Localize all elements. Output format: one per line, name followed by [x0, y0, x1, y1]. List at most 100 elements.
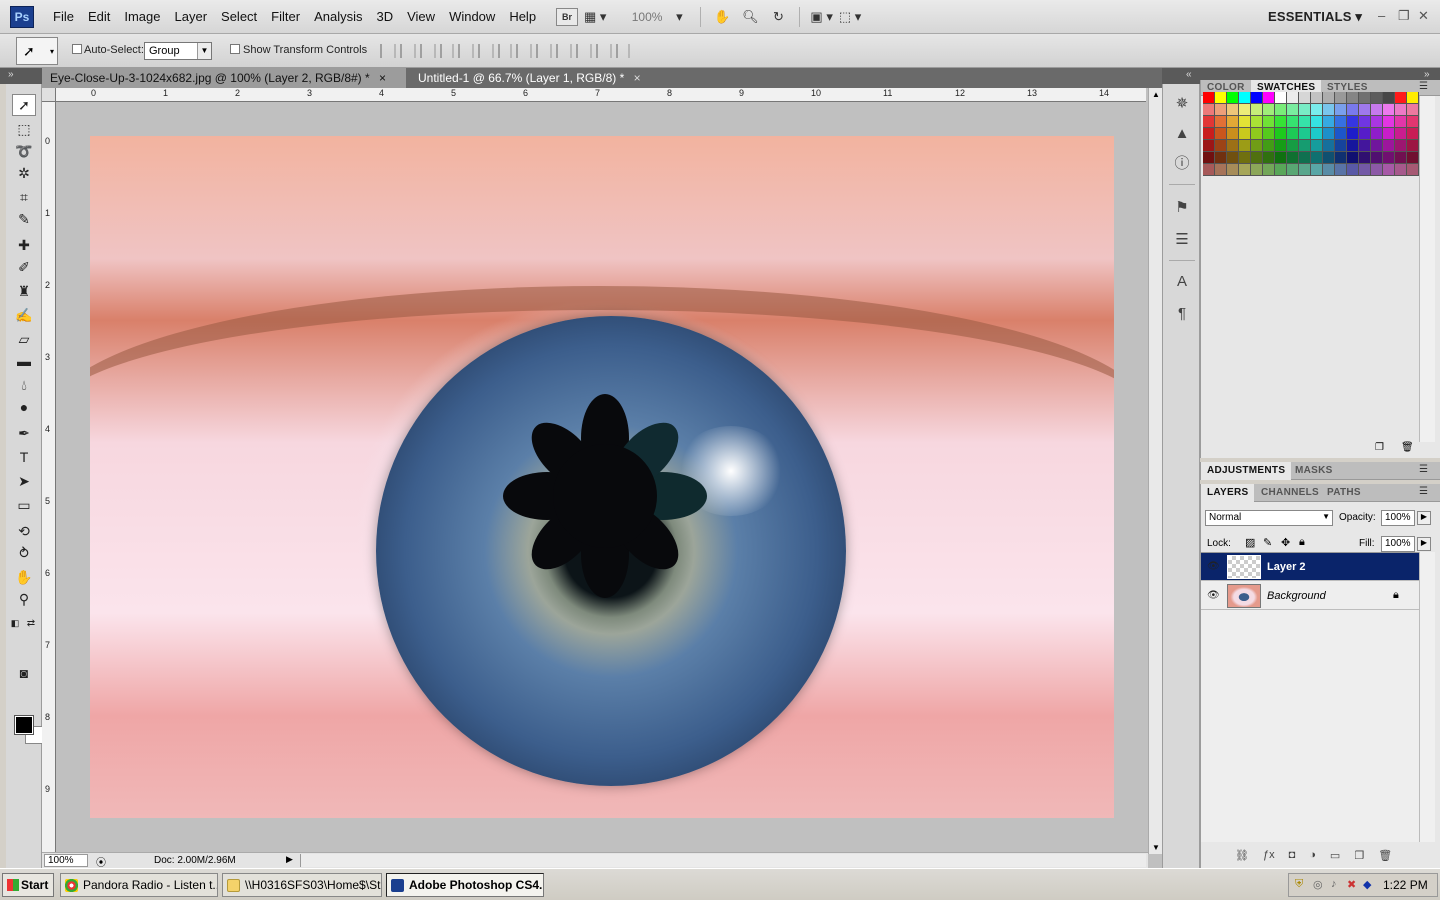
swatch[interactable]	[1395, 104, 1407, 116]
swatch[interactable]	[1395, 164, 1407, 176]
swatch[interactable]	[1407, 128, 1419, 140]
menu-edit[interactable]: Edit	[81, 0, 117, 34]
swatch[interactable]	[1251, 140, 1263, 152]
swatch[interactable]	[1407, 152, 1419, 164]
swatch[interactable]	[1407, 140, 1419, 152]
swatch[interactable]	[1299, 92, 1311, 104]
swatch[interactable]	[1227, 152, 1239, 164]
workspace-switcher[interactable]: ESSENTIALS ▾	[1268, 0, 1362, 34]
visibility-eye-icon[interactable]: 👁︎	[1207, 590, 1220, 602]
link-layers-icon[interactable]: ⛓	[1235, 849, 1249, 862]
move-tool-icon[interactable]: ➚	[12, 94, 36, 116]
gradient-tool-icon[interactable]: ▬	[12, 350, 36, 372]
close-tab-icon[interactable]: ×	[634, 71, 641, 85]
swatch[interactable]	[1251, 116, 1263, 128]
swatch[interactable]	[1263, 164, 1275, 176]
swatch[interactable]	[1299, 152, 1311, 164]
swatch[interactable]	[1227, 104, 1239, 116]
tool-preset-picker[interactable]: ➚ ▾	[16, 37, 58, 65]
swatch[interactable]	[1371, 116, 1383, 128]
auto-select-target-select[interactable]: Group ▼	[144, 42, 212, 60]
align-top-icon[interactable]	[380, 44, 396, 58]
menu-layer[interactable]: Layer	[168, 0, 215, 34]
clock[interactable]: 1:22 PM	[1383, 878, 1428, 892]
swatch[interactable]	[1263, 104, 1275, 116]
new-swatch-icon[interactable]: ❐	[1375, 442, 1384, 453]
swatch[interactable]	[1263, 116, 1275, 128]
fill-field[interactable]: 100%	[1381, 536, 1415, 552]
swatch[interactable]	[1299, 128, 1311, 140]
swatch[interactable]	[1371, 104, 1383, 116]
menu-3d[interactable]: 3D	[369, 0, 400, 34]
swatch[interactable]	[1347, 152, 1359, 164]
swatch[interactable]	[1251, 104, 1263, 116]
swatch[interactable]	[1275, 116, 1287, 128]
brush-tool-icon[interactable]: ✐	[12, 256, 36, 278]
layer-name[interactable]: Background	[1267, 590, 1326, 602]
swatch[interactable]	[1311, 92, 1323, 104]
swatch[interactable]	[1347, 92, 1359, 104]
hand-tool-icon[interactable]: ✋	[711, 7, 733, 27]
crop-tool-icon[interactable]: ⌗	[12, 186, 36, 208]
swatch[interactable]	[1287, 140, 1299, 152]
delete-layer-icon[interactable]: 🗑︎	[1378, 849, 1392, 862]
swatch[interactable]	[1371, 140, 1383, 152]
panel-menu-icon[interactable]: ☰	[1419, 464, 1428, 475]
image-canvas[interactable]	[90, 136, 1114, 818]
swatch[interactable]	[1239, 128, 1251, 140]
swatch[interactable]	[1203, 164, 1215, 176]
panel-menu-icon[interactable]: ☰	[1419, 486, 1428, 497]
swatch[interactable]	[1311, 116, 1323, 128]
swatch[interactable]	[1251, 92, 1263, 104]
swatch[interactable]	[1323, 128, 1335, 140]
lock-image-icon[interactable]: ✎	[1263, 536, 1272, 549]
swatch[interactable]	[1359, 92, 1371, 104]
swatch[interactable]	[1275, 92, 1287, 104]
swatch[interactable]	[1227, 128, 1239, 140]
new-group-icon[interactable]: ▭	[1330, 849, 1340, 862]
swatch[interactable]	[1359, 116, 1371, 128]
photoshop-logo[interactable]: Ps	[10, 6, 34, 28]
swatch[interactable]	[1239, 116, 1251, 128]
swatch[interactable]	[1335, 128, 1347, 140]
healing-brush-tool-icon[interactable]: ✚	[12, 234, 36, 256]
swatch[interactable]	[1323, 164, 1335, 176]
swatch[interactable]	[1347, 164, 1359, 176]
align-vcenter-icon[interactable]	[400, 44, 416, 58]
layers-scrollbar[interactable]	[1419, 552, 1435, 842]
swatch[interactable]	[1323, 140, 1335, 152]
swatch-grid[interactable]	[1203, 92, 1419, 176]
actions-icon[interactable]: ☰	[1172, 230, 1192, 250]
swatch[interactable]	[1335, 140, 1347, 152]
adjustment-layer-icon[interactable]: ◑	[1309, 849, 1316, 861]
swatch[interactable]	[1395, 128, 1407, 140]
blur-tool-icon[interactable]: 💧︎	[12, 374, 36, 396]
history-icon[interactable]: ⚑	[1172, 198, 1192, 218]
fill-slider-arrow-icon[interactable]: ▶	[1417, 537, 1431, 551]
swatch[interactable]	[1263, 92, 1275, 104]
status-menu-arrow-icon[interactable]: ▶	[286, 854, 293, 865]
swatch[interactable]	[1263, 152, 1275, 164]
paragraph-icon[interactable]: ¶	[1172, 304, 1192, 324]
swatch[interactable]	[1407, 104, 1419, 116]
tab-masks[interactable]: MASKS	[1289, 462, 1339, 480]
swatch[interactable]	[1347, 116, 1359, 128]
marquee-tool-icon[interactable]: ⬚	[12, 118, 36, 140]
3d-rotate-tool-icon[interactable]: ⟲	[12, 520, 36, 542]
auto-select-checkbox[interactable]	[72, 44, 82, 54]
swatch[interactable]	[1215, 140, 1227, 152]
swatch[interactable]	[1239, 152, 1251, 164]
align-bottom-icon[interactable]	[420, 44, 436, 58]
swatch[interactable]	[1299, 116, 1311, 128]
swatch[interactable]	[1215, 164, 1227, 176]
taskbar-item-explorer[interactable]: \\H0316SFS03\Home$\St...	[222, 873, 382, 897]
magic-wand-tool-icon[interactable]: ✲	[12, 162, 36, 184]
history-brush-tool-icon[interactable]: ✍	[12, 304, 36, 326]
swatch[interactable]	[1227, 164, 1239, 176]
vertical-scrollbar[interactable]: ▲ ▼	[1148, 88, 1162, 854]
clone-stamp-tool-icon[interactable]: ♜	[12, 280, 36, 302]
swatch[interactable]	[1263, 128, 1275, 140]
menu-view[interactable]: View	[400, 0, 442, 34]
swatch[interactable]	[1287, 92, 1299, 104]
swatch[interactable]	[1359, 140, 1371, 152]
